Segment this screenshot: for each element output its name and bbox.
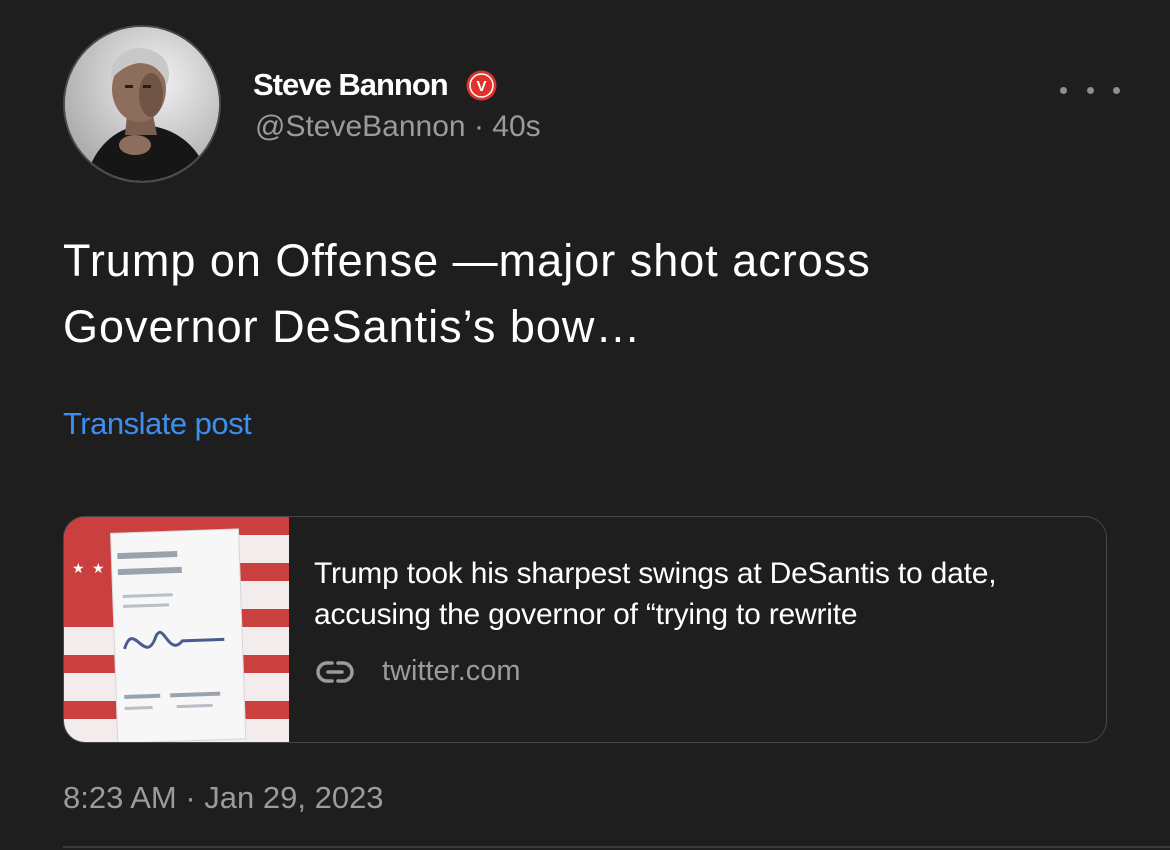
- avatar-photo-icon: [65, 27, 219, 181]
- more-horizontal-icon: [1060, 86, 1067, 94]
- link-preview-domain-row: twitter.com: [316, 655, 521, 688]
- post-age: 40s: [492, 110, 541, 143]
- verified-badge-icon: V: [466, 70, 497, 100]
- handle-separator: ·: [473, 110, 484, 143]
- author-handle-row: @SteveBannon · 40s: [255, 110, 541, 144]
- divider: [63, 846, 1170, 848]
- post-timestamp[interactable]: 8:23 AM · Jan 29, 2023: [63, 780, 384, 816]
- more-horizontal-icon-dot: [1086, 86, 1094, 94]
- post-text: Trump on Offense —major shot across Gover…: [63, 228, 1103, 360]
- author-name-row: Steve Bannon V: [253, 64, 497, 106]
- link-preview-title: Trump took his sharpest swings at DeSant…: [314, 557, 997, 631]
- svg-text:★: ★: [72, 560, 85, 576]
- link-icon: [316, 660, 354, 683]
- more-options-button[interactable]: [1060, 78, 1120, 102]
- link-preview-domain: twitter.com: [382, 655, 521, 687]
- author-display-name[interactable]: Steve Bannon: [253, 67, 449, 103]
- post-text-line-2: Governor DeSantis’s bow…: [63, 301, 642, 352]
- verified-badge-letter: V: [476, 78, 486, 95]
- post-text-line-1: Trump on Offense —major shot across: [63, 235, 871, 286]
- avatar[interactable]: [63, 25, 221, 183]
- link-preview-thumbnail: ★ ★: [64, 517, 289, 742]
- more-horizontal-icon-dot: [1113, 86, 1120, 94]
- translate-post-link[interactable]: Translate post: [63, 406, 252, 442]
- link-preview-card[interactable]: ★ ★ Trump took his sharpest swings at De…: [63, 516, 1107, 743]
- book-cover-flag-image-icon: ★ ★: [64, 517, 289, 742]
- svg-text:★: ★: [92, 560, 105, 576]
- author-handle[interactable]: @SteveBannon: [255, 110, 466, 143]
